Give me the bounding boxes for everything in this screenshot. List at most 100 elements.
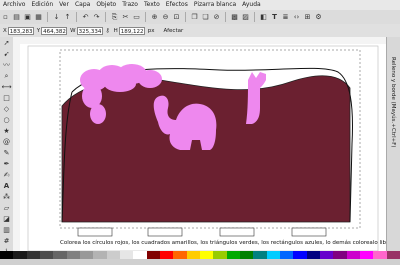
3dbox-tool-icon[interactable]: ◇ (1, 104, 12, 114)
clone-icon[interactable]: ❏ (201, 13, 210, 22)
menu-ayuda[interactable]: Ayuda (239, 0, 264, 10)
palette-swatch[interactable] (26, 251, 41, 259)
xml-editor-icon[interactable]: ‹› (292, 13, 301, 22)
bucket-tool-icon[interactable]: ◪ (1, 214, 12, 224)
eraser-tool-icon[interactable]: ▱ (1, 203, 12, 213)
palette-swatch[interactable] (80, 251, 94, 259)
w-label: W (70, 27, 76, 34)
spiral-tool-icon[interactable]: @ (1, 137, 12, 147)
ungroup-icon[interactable]: ▨ (241, 13, 250, 22)
palette-swatch[interactable] (173, 251, 188, 259)
palette-swatch[interactable] (40, 251, 54, 259)
palette-swatch[interactable] (106, 251, 121, 259)
palette-swatch[interactable] (346, 251, 361, 259)
w-field[interactable]: 325,334 (76, 26, 103, 35)
zoom-in-icon[interactable]: ⊕ (150, 13, 159, 22)
lock-icon[interactable]: ⚷ (106, 28, 110, 34)
paste-icon[interactable]: ▭ (132, 13, 141, 22)
layers-icon[interactable]: ≣ (281, 13, 290, 22)
palette-swatch[interactable] (93, 251, 108, 259)
calligraphy-tool-icon[interactable]: ✍ (1, 170, 12, 180)
menu-objeto[interactable]: Objeto (93, 0, 119, 10)
palette-swatch[interactable] (133, 251, 148, 259)
print-icon[interactable]: ▦ (34, 13, 43, 22)
star-tool-icon[interactable]: ★ (1, 126, 12, 136)
text-icon[interactable]: T (270, 13, 279, 22)
measure-tool-icon[interactable]: ⟷ (1, 82, 12, 92)
palette-swatch[interactable] (0, 251, 14, 259)
units-select[interactable]: px (148, 28, 155, 34)
fill-stroke-icon[interactable]: ◧ (259, 13, 268, 22)
palette-swatch[interactable] (120, 251, 134, 259)
align-icon[interactable]: ⊞ (303, 13, 312, 22)
palette-swatch[interactable] (186, 251, 201, 259)
tweak-tool-icon[interactable]: 〰 (1, 60, 12, 70)
menu-archivo[interactable]: Archivo (0, 0, 28, 10)
palette-swatch[interactable] (373, 251, 388, 259)
palette-swatch[interactable] (66, 251, 81, 259)
palette-swatch[interactable] (360, 251, 374, 259)
canvas-caption[interactable]: Colorea los círculos rojos, los cuadrado… (60, 240, 386, 246)
palette-swatch[interactable] (306, 251, 321, 259)
tool-controls-bar: X 183,283 Y 464,382 W 325,334 ⚷ H 189,12… (0, 24, 400, 38)
label-box[interactable] (291, 227, 327, 237)
label-box[interactable] (219, 227, 255, 237)
text-tool-icon[interactable]: A (1, 181, 12, 191)
zoom-out-icon[interactable]: ⊖ (161, 13, 170, 22)
menu-ver[interactable]: Ver (56, 0, 72, 10)
palette-swatch[interactable] (253, 251, 268, 259)
palette-swatch[interactable] (213, 251, 228, 259)
gradient-tool-icon[interactable]: ▥ (1, 225, 12, 235)
copy-icon[interactable]: ⎘ (110, 13, 119, 22)
palette-swatch[interactable] (293, 251, 308, 259)
menu-efectos[interactable]: Efectos (163, 0, 191, 10)
palette-swatch[interactable] (13, 251, 28, 259)
duplicate-icon[interactable]: ❐ (190, 13, 199, 22)
toolbar-divider (225, 12, 226, 22)
palette-swatch[interactable] (320, 251, 334, 259)
group-icon[interactable]: ▩ (230, 13, 239, 22)
palette-swatch[interactable] (386, 251, 400, 259)
spray-tool-icon[interactable]: ⁂ (1, 192, 12, 202)
x-field[interactable]: 183,283 (7, 26, 34, 35)
unlink-icon[interactable]: ⊘ (212, 13, 221, 22)
save-icon[interactable]: ▣ (23, 13, 32, 22)
redo-icon[interactable]: ↷ (92, 13, 101, 22)
mesh-tool-icon[interactable]: # (1, 236, 12, 246)
zoom-fit-icon[interactable]: ⊡ (172, 13, 181, 22)
new-icon[interactable]: ▫ (1, 13, 10, 22)
pen-tool-icon[interactable]: ✒ (1, 159, 12, 169)
palette-swatch[interactable] (333, 251, 348, 259)
label-box[interactable] (77, 227, 113, 237)
pencil-tool-icon[interactable]: ✎ (1, 148, 12, 158)
palette-swatch[interactable] (160, 251, 174, 259)
rect-tool-icon[interactable]: □ (1, 93, 12, 103)
menu-edicion[interactable]: Edición (28, 0, 56, 10)
node-tool-icon[interactable]: ➹ (1, 49, 12, 59)
fill-stroke-dock-tab[interactable]: Relleno y borde (Mayús.+Ctrl+F) (386, 37, 400, 251)
preferences-icon[interactable]: ⚙ (314, 13, 323, 22)
h-field[interactable]: 189,122 (118, 26, 145, 35)
zoom-tool-icon[interactable]: ⌕ (1, 71, 12, 81)
cut-icon[interactable]: ✂ (121, 13, 130, 22)
undo-icon[interactable]: ↶ (81, 13, 90, 22)
menu-capa[interactable]: Capa (72, 0, 93, 10)
menu-trazo[interactable]: Trazo (119, 0, 141, 10)
select-tool-icon[interactable]: ➚ (1, 38, 12, 48)
palette-swatch[interactable] (280, 251, 294, 259)
ellipse-tool-icon[interactable]: ○ (1, 115, 12, 125)
import-icon[interactable]: ↓ (52, 13, 61, 22)
palette-swatch[interactable] (266, 251, 281, 259)
palette-swatch[interactable] (200, 251, 214, 259)
palette-swatch[interactable] (146, 251, 161, 259)
label-box[interactable] (147, 227, 183, 237)
export-icon[interactable]: ↑ (63, 13, 72, 22)
open-icon[interactable]: ▤ (12, 13, 21, 22)
palette-swatch[interactable] (53, 251, 68, 259)
y-field[interactable]: 464,382 (41, 26, 68, 35)
menu-texto[interactable]: Texto (141, 0, 163, 10)
menu-pizarra-blanca[interactable]: Pizarra blanca (191, 0, 239, 10)
drawing-canvas[interactable]: Colorea los círculos rojos, los cuadrado… (20, 44, 386, 251)
palette-swatch[interactable] (226, 251, 241, 259)
palette-swatch[interactable] (240, 251, 254, 259)
